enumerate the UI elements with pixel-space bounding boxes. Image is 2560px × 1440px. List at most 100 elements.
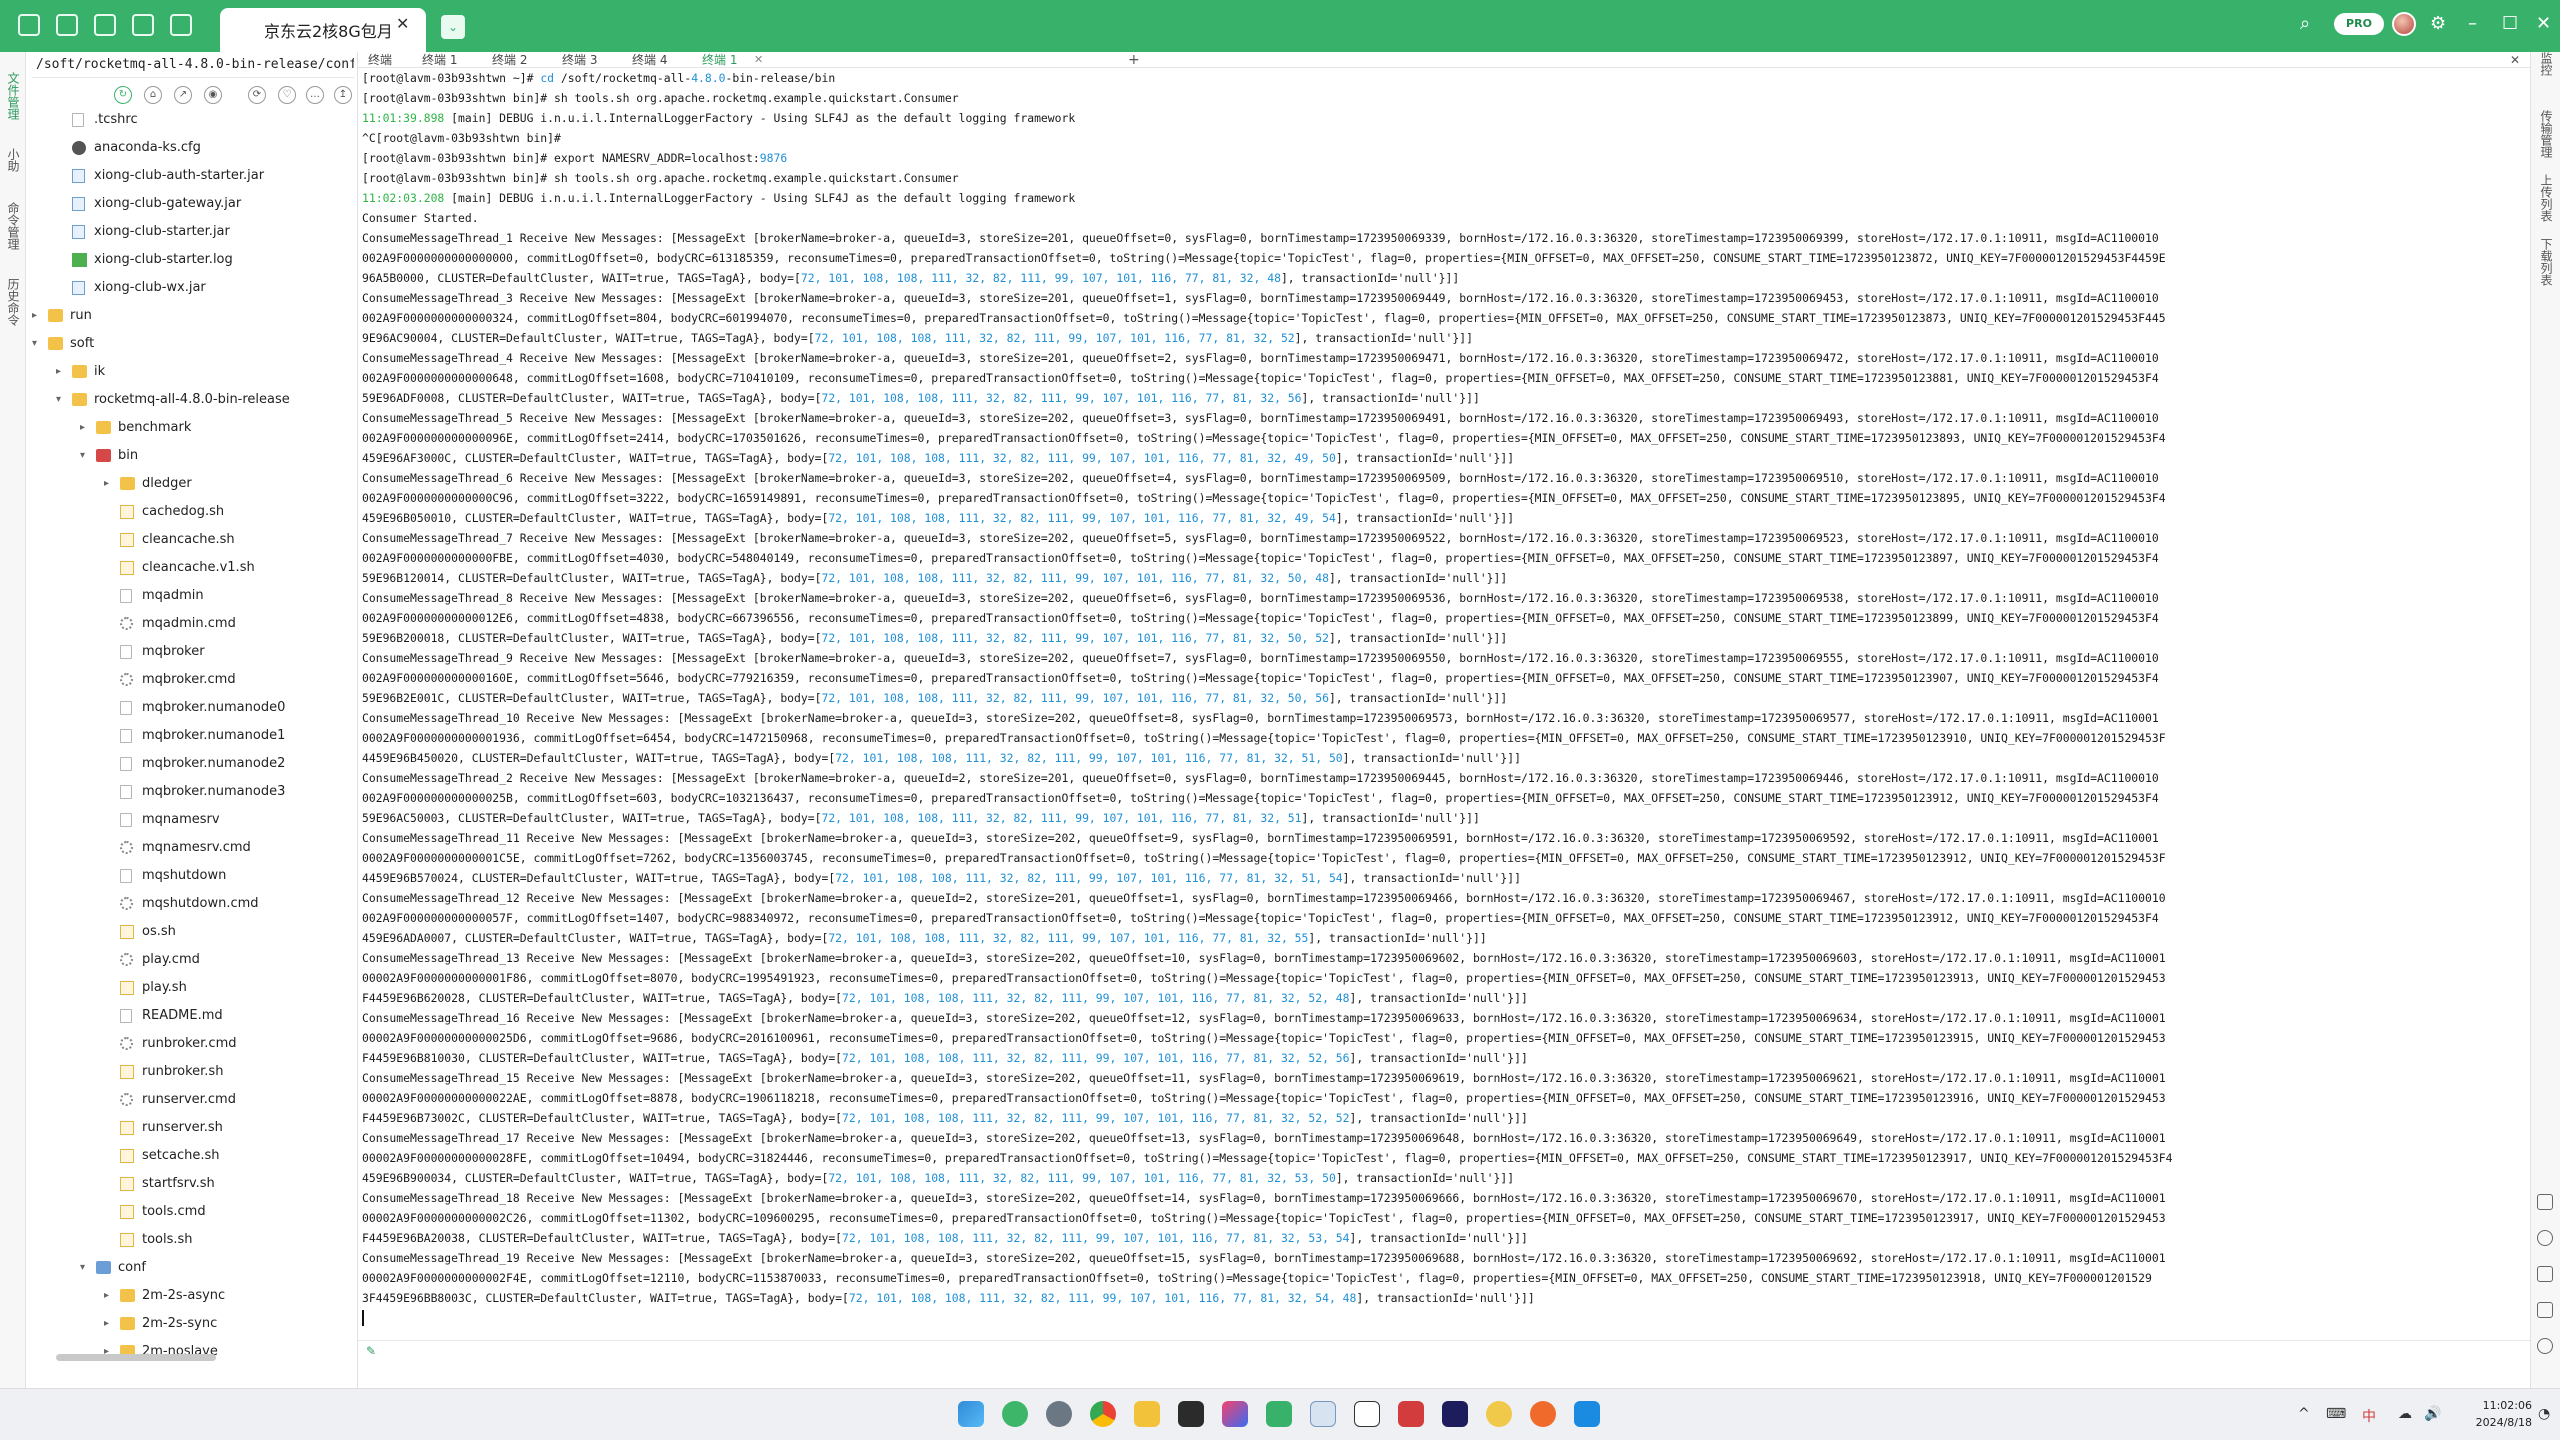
path-input[interactable]: /soft/rocketmq-all-4.8.0-bin-release/con… [32, 52, 354, 78]
avatar[interactable] [2392, 12, 2416, 36]
nav-file-manager[interactable]: 文件管理 [4, 72, 20, 120]
tree-folder[interactable]: ▸ benchmark [26, 414, 358, 442]
terminal-tab[interactable]: 终端 3 [562, 52, 597, 68]
terminal-output[interactable]: [root@lavm-03b93shtwn ~]# cd /soft/rocke… [362, 68, 2526, 1356]
tree-file[interactable]: runbroker.sh [26, 1058, 358, 1086]
tree-file[interactable]: tools.cmd [26, 1198, 358, 1226]
webstorm-icon[interactable] [1442, 1401, 1468, 1427]
tree-file[interactable]: xiong-club-starter.jar [26, 218, 358, 246]
wifi-icon[interactable]: ☁ [2398, 1406, 2412, 1422]
tree-file[interactable]: xiong-club-gateway.jar [26, 190, 358, 218]
nav-history[interactable]: 历史命令 [4, 278, 20, 326]
tree-file[interactable]: startfsrv.sh [26, 1170, 358, 1198]
close-terminal-icon[interactable]: ✕ [2510, 52, 2520, 68]
tree-file[interactable]: play.cmd [26, 946, 358, 974]
nav-transfer-manager[interactable]: 传输管理 [2537, 110, 2553, 158]
chrome-icon[interactable] [1090, 1401, 1116, 1427]
eye-icon[interactable]: ◉ [204, 86, 222, 104]
typora-icon[interactable] [1354, 1401, 1380, 1427]
tree-file[interactable]: runserver.sh [26, 1114, 358, 1142]
tree-file[interactable]: runbroker.cmd [26, 1030, 358, 1058]
terminal-app-icon[interactable] [1178, 1401, 1204, 1427]
settings-icon[interactable]: ⚙ [2430, 13, 2446, 34]
jetbrains-icon[interactable] [1222, 1401, 1248, 1427]
sync-icon[interactable]: ↻ [114, 86, 132, 104]
link-icon[interactable]: ↗ [174, 86, 192, 104]
chevron-right-icon[interactable]: ▸ [80, 414, 90, 442]
chevron-right-icon[interactable]: ▸ [32, 302, 42, 330]
tree-file[interactable]: mqbroker.numanode2 [26, 750, 358, 778]
tree-folder[interactable]: ▾ bin [26, 442, 358, 470]
redis-icon[interactable] [1398, 1401, 1424, 1427]
home-icon[interactable]: ⌂ [144, 86, 162, 104]
tree-file[interactable]: tools.sh [26, 1226, 358, 1254]
tree-file[interactable]: .tcshrc [26, 106, 358, 134]
tree-file[interactable]: README.md [26, 1002, 358, 1030]
history-icon[interactable] [2537, 1230, 2553, 1246]
window-icon[interactable] [2537, 1194, 2553, 1210]
refresh-icon[interactable]: ⟳ [248, 86, 266, 104]
tree-folder[interactable]: ▾ soft [26, 330, 358, 358]
upload-icon[interactable]: ↥ [334, 86, 352, 104]
list-icon[interactable] [170, 14, 192, 36]
terminal-tab[interactable]: 终端 2 [492, 52, 527, 68]
start-icon[interactable] [958, 1401, 984, 1427]
nav-monitor[interactable]: 监控 [2537, 52, 2553, 76]
tree-file[interactable]: xiong-club-wx.jar [26, 274, 358, 302]
tree-folder[interactable]: ▸ 2m-2s-sync [26, 1310, 358, 1338]
tree-folder[interactable]: ▾ conf [26, 1254, 358, 1282]
tree-file[interactable]: mqadmin [26, 582, 358, 610]
session-tab-close-icon[interactable]: ✕ [396, 14, 409, 33]
nav-upload-list[interactable]: 上传列表 [2537, 174, 2553, 222]
more-icon[interactable]: … [306, 86, 324, 104]
tree-folder[interactable]: ▸ ik [26, 358, 358, 386]
message-icon[interactable] [94, 14, 116, 36]
ime-icon[interactable]: 中 [2362, 1406, 2376, 1426]
tree-file[interactable]: mqnamesrv [26, 806, 358, 834]
chevron-right-icon[interactable]: ▸ [56, 358, 66, 386]
file-icon[interactable] [56, 14, 78, 36]
nav-assistant[interactable]: 小助 [4, 148, 20, 172]
wechat-icon[interactable] [1002, 1401, 1028, 1427]
chevron-down-icon[interactable]: ▾ [32, 330, 42, 358]
terminal-tab-active[interactable]: 终端 1 [702, 52, 737, 68]
tree-file[interactable]: mqbroker.cmd [26, 666, 358, 694]
new-terminal-button[interactable]: + [1128, 52, 1140, 68]
tree-file[interactable]: mqadmin.cmd [26, 610, 358, 638]
file-explorer-icon[interactable] [1134, 1401, 1160, 1427]
tree-folder[interactable]: ▸ dledger [26, 470, 358, 498]
tree-file[interactable]: runserver.cmd [26, 1086, 358, 1114]
tree-file[interactable]: xiong-club-auth-starter.jar [26, 162, 358, 190]
tree-file[interactable]: cleancache.v1.sh [26, 554, 358, 582]
chevron-down-icon[interactable]: ▾ [56, 386, 66, 414]
file-panel-scrollbar[interactable] [56, 1354, 216, 1361]
chevron-right-icon[interactable]: ▸ [104, 470, 114, 498]
maximize-icon[interactable]: ☐ [2502, 13, 2518, 34]
chevron-down-icon[interactable]: ▾ [80, 1254, 90, 1282]
clipboard-icon[interactable] [2537, 1266, 2553, 1282]
nav-download-list[interactable]: 下载列表 [2537, 238, 2553, 286]
clock[interactable]: 11:02:06 2024/8/18 [2472, 1397, 2532, 1431]
tree-file[interactable]: os.sh [26, 918, 358, 946]
terminal-tab[interactable]: 终端 [368, 52, 392, 68]
terminal-tab[interactable]: 终端 4 [632, 52, 667, 68]
tree-file[interactable]: anaconda-ks.cfg [26, 134, 358, 162]
tree-file[interactable]: setcache.sh [26, 1142, 358, 1170]
finalshell-icon[interactable] [1266, 1401, 1292, 1427]
close-icon[interactable]: ✕ [2536, 13, 2551, 34]
tree-file[interactable]: mqbroker.numanode1 [26, 722, 358, 750]
tencent-icon[interactable] [1574, 1401, 1600, 1427]
tab-dropdown-chevron-icon[interactable]: ⌄ [441, 15, 465, 39]
tree-file[interactable]: cleancache.sh [26, 526, 358, 554]
command-input-icon[interactable]: ✎ [366, 1344, 376, 1358]
tree-folder[interactable]: ▾ rocketmq-all-4.8.0-bin-release [26, 386, 358, 414]
tree-file[interactable]: mqshutdown.cmd [26, 890, 358, 918]
tree-file[interactable]: mqbroker.numanode0 [26, 694, 358, 722]
image-viewer-icon[interactable] [1310, 1401, 1336, 1427]
chevron-down-icon[interactable]: ▾ [80, 442, 90, 470]
terminal-tab-close-icon[interactable]: ✕ [754, 52, 763, 68]
tree-file[interactable]: play.sh [26, 974, 358, 1002]
tree-folder[interactable]: ▸ run [26, 302, 358, 330]
nav-command-manager[interactable]: 命令管理 [4, 202, 20, 250]
tree-folder[interactable]: ▸ 2m-2s-async [26, 1282, 358, 1310]
